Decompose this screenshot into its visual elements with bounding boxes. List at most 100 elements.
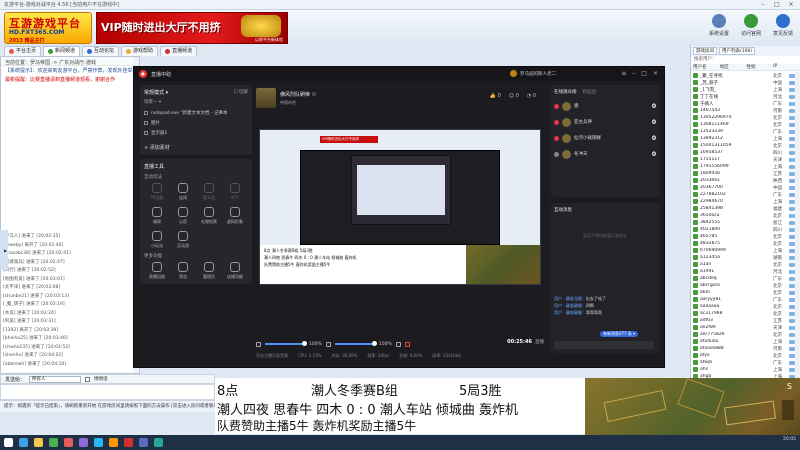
user-row[interactable]: 2033061 陕西 [691, 177, 795, 184]
speaker-volume-slider[interactable] [334, 341, 377, 346]
tool-button[interactable]: 小玩法 [144, 231, 170, 249]
add-source-button[interactable]: + 添加素材 [144, 144, 248, 151]
user-row[interactable]: 227882102 广东 [691, 191, 795, 198]
taskbar-app-icon[interactable] [94, 438, 103, 447]
more-tool-button[interactable]: 管理员 [196, 262, 222, 280]
user-row[interactable]: 1467543 河南 [691, 107, 795, 114]
taskbar-app-icon[interactable] [19, 438, 28, 447]
user-row[interactable]: ahs 上海 [691, 366, 795, 373]
chat-compose-input[interactable] [0, 384, 215, 400]
user-row[interactable]: _1飞雪_ 上海 [691, 86, 795, 93]
user-row[interactable]: afadudu 上海 [691, 338, 795, 345]
tool-button[interactable]: 福袋 [144, 207, 170, 225]
tab-news[interactable]: 新闻频道 [43, 46, 81, 56]
tool-button[interactable]: PK连麦 [144, 183, 170, 201]
user-row[interactable]: 4021800 四川 [691, 226, 795, 233]
message-user[interactable]: 用户 · 靓崽靓服： [554, 303, 586, 308]
user-row[interactable]: a1an 北京 [691, 261, 795, 268]
tab-forum[interactable]: 互动论坛 [82, 46, 120, 56]
tool-button[interactable]: 心愿 [170, 207, 196, 225]
user-row[interactable]: 670690999 上海 [691, 247, 795, 254]
clock[interactable]: 20:05 [783, 437, 796, 442]
taskbar-app-icon[interactable] [49, 438, 58, 447]
minimize-icon[interactable]: – [756, 0, 770, 10]
taskbar-app-icon[interactable] [154, 438, 163, 447]
stream-cover-image[interactable] [256, 88, 276, 108]
status-item[interactable]: 开启主播记录音频 [256, 353, 288, 361]
more-tool-button[interactable]: 直播回放 [144, 262, 170, 280]
user-row[interactable]: 465785 北京 [691, 233, 795, 240]
minimize-icon[interactable]: – [632, 70, 635, 77]
column-header[interactable]: 性别 [747, 64, 774, 70]
user-row[interactable]: 15041311059 北京 [691, 142, 795, 149]
close-icon[interactable]: × [653, 70, 658, 77]
user-row[interactable]: 1755117 天津 [691, 156, 795, 163]
tool-button[interactable]: 连线 [170, 183, 196, 201]
user-row[interactable]: 4832875 北京 [691, 240, 795, 247]
user-row[interactable]: 丁丁在线 河北 [691, 93, 795, 100]
microphone-icon[interactable] [256, 341, 261, 347]
switch-screen-button[interactable]: ☐ 切屏 [234, 89, 248, 96]
taskbar-app-icon[interactable] [109, 438, 118, 447]
user-row[interactable]: 1308111469 北京 [691, 121, 795, 128]
system-settings-button[interactable]: 系统设置 [704, 14, 734, 42]
mode-select[interactable]: 常规模式 ▾ [144, 89, 168, 96]
user-row[interactable]: 1809456 江苏 [691, 170, 795, 177]
user-row[interactable]: 13892312 上海 [691, 135, 795, 142]
more-tool-button[interactable]: 店铺功能 [222, 262, 248, 280]
taskbar-app-icon[interactable] [34, 438, 43, 447]
user-row[interactable]: 3842555 浙江 [691, 219, 795, 226]
user-row[interactable]: 1791556099 上海 [691, 163, 795, 170]
user-row[interactable]: adf03 江苏 [691, 317, 795, 324]
platform-logo[interactable]: 互游游戏平台 HD.FXT365.COM 2013 精品主打 [4, 12, 92, 44]
speaker-icon[interactable] [325, 341, 331, 347]
user-list-scrollbar[interactable] [795, 72, 800, 412]
feedback-button[interactable]: 意见反馈 [768, 14, 798, 42]
message-user[interactable]: 用户 · 靓崽龙服： [554, 296, 586, 301]
user-row[interactable]: aaaaaaa 北京 [691, 303, 795, 310]
tool-button[interactable]: 虚拟形象 [222, 207, 248, 225]
interaction-input[interactable] [554, 341, 654, 349]
user-row[interactable]: _苏_丽子 中国 [691, 79, 795, 86]
tool-button[interactable]: 聊天室 [196, 183, 222, 201]
source-item[interactable]: notepad.exe "新建文本文档 - 记事本 [144, 108, 248, 118]
maximize-icon[interactable]: □ [770, 0, 784, 10]
user-row[interactable]: 365docu 北京 [691, 212, 795, 219]
tool-button[interactable]: 礼物投票 [196, 207, 222, 225]
tool-button[interactable]: 互动游 [170, 231, 196, 249]
taskbar-app-icon[interactable] [64, 438, 73, 447]
maximize-icon[interactable]: □ [641, 70, 647, 77]
send-target-select[interactable]: 所有人 [29, 375, 82, 383]
end-live-button[interactable]: 直播 [535, 339, 544, 345]
new-messages-badge[interactable]: 有新消息277 条 ▾ [600, 331, 639, 337]
close-icon[interactable]: × [784, 0, 798, 10]
user-row[interactable]: 25841398 福建 [691, 205, 795, 212]
user-row[interactable]: abcrgoro 北京 [691, 282, 795, 289]
user-row[interactable]: afaas6888 河南 [691, 345, 795, 352]
scene-select[interactable]: 场景一 ▾ [144, 99, 161, 105]
tab-game-rooms[interactable]: 游戏房间 [693, 47, 717, 55]
layout-icon[interactable] [395, 341, 401, 347]
user-row[interactable]: _聚_在寻找 北京 [691, 72, 795, 79]
column-header[interactable]: 地区 [720, 64, 747, 70]
mic-volume-slider[interactable] [265, 341, 307, 346]
audience-row[interactable]: 冬冲天 0 [554, 146, 656, 162]
source-item[interactable]: 显示器1 [144, 128, 248, 138]
audience-row[interactable]: 仙河小碰御群 0 [554, 130, 656, 146]
tab-user-list[interactable]: 用户列表(106) [719, 47, 756, 55]
user-row[interactable]: 13523239 广东 [691, 128, 795, 135]
message-user[interactable]: 用户 · 靓崽靓服： [554, 310, 586, 315]
side-collapse-handle[interactable]: ▶ [0, 230, 8, 270]
user-row[interactable]: abcdeq 广东 [691, 275, 795, 282]
record-icon[interactable] [404, 341, 410, 347]
user-row[interactable]: 16958537 四川 [691, 149, 795, 156]
more-tool-button[interactable]: 背包 [170, 262, 196, 280]
tab-help[interactable]: 游戏帮助 [121, 46, 159, 56]
user-row[interactable]: a1991 河北 [691, 268, 795, 275]
tab-home[interactable]: 平台主页 [4, 46, 42, 56]
user-search-label[interactable]: 搜索用户： [691, 56, 800, 64]
taskbar-app-icon[interactable] [124, 438, 133, 447]
user-row[interactable]: a6m 北京 [691, 289, 795, 296]
column-header[interactable]: 用户名 [693, 64, 720, 70]
menu-icon[interactable]: ≡ [621, 70, 626, 77]
